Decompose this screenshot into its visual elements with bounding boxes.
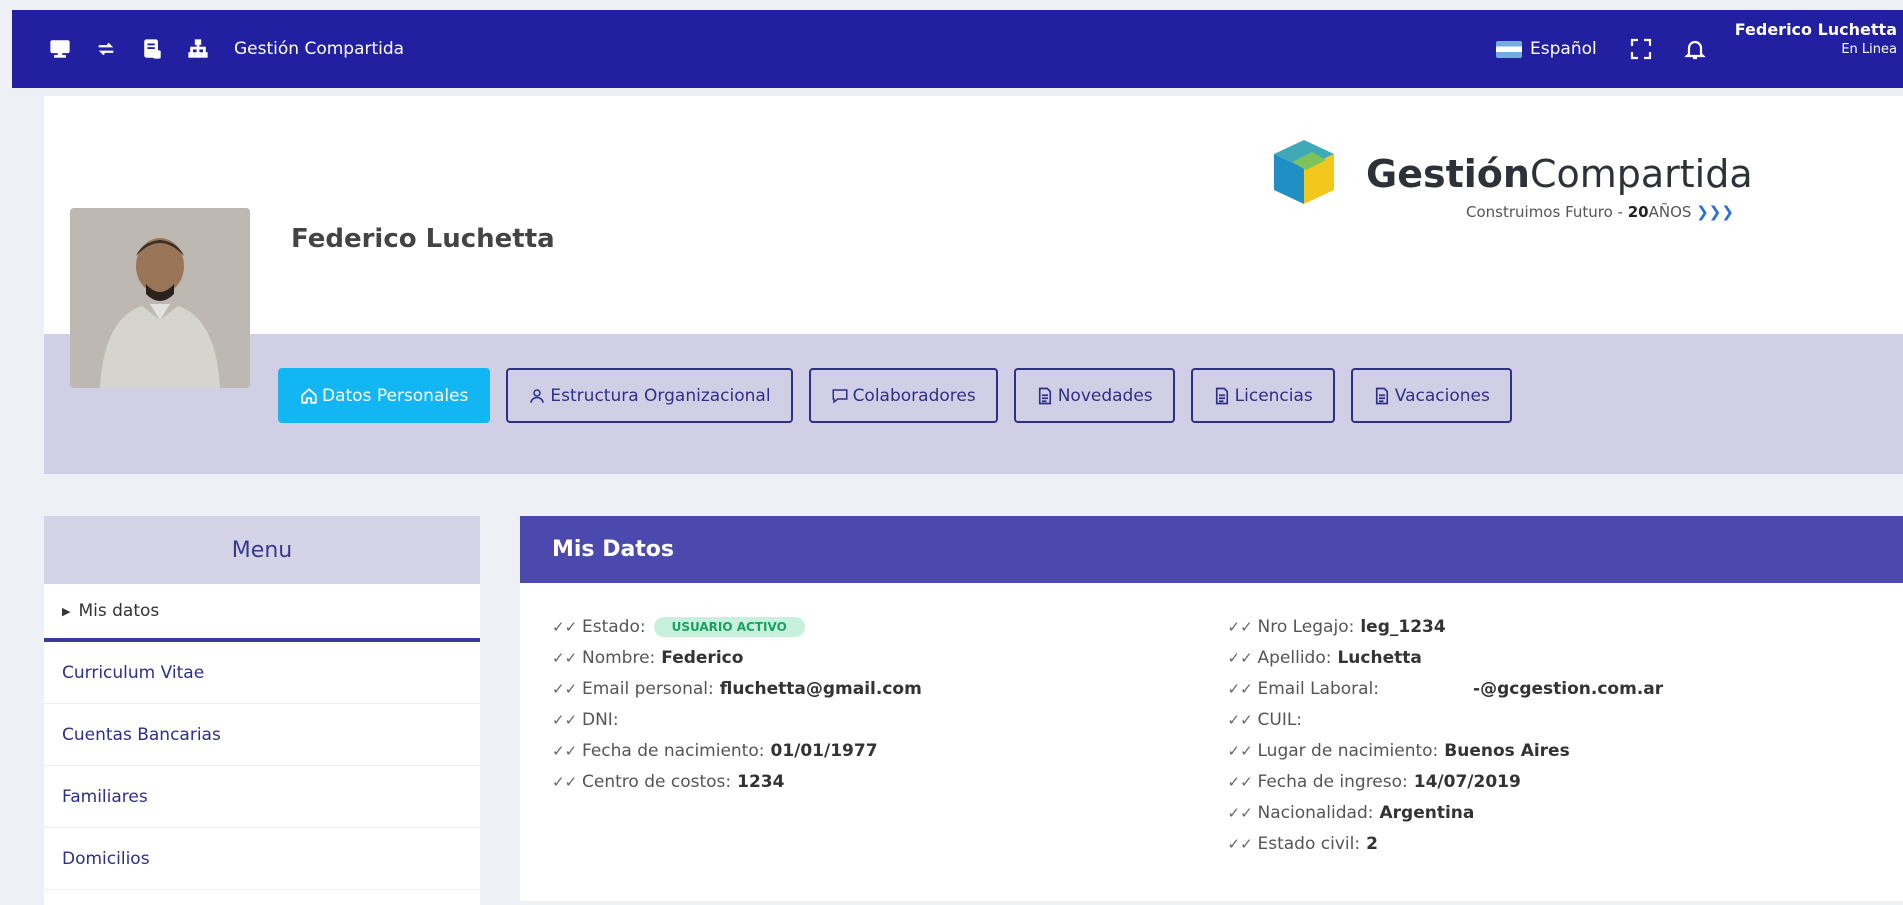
flag-argentina-icon xyxy=(1496,40,1523,58)
document-icon xyxy=(1375,387,1388,404)
double-check-icon: ✓✓ xyxy=(552,772,578,791)
language-selector[interactable]: Español xyxy=(1496,39,1597,59)
top-navbar: Gestión Compartida Español Federico Luch… xyxy=(12,10,1903,88)
user-menu[interactable]: Federico Luchetta En Linea xyxy=(1735,20,1897,57)
double-check-icon: ✓✓ xyxy=(1227,741,1253,760)
field-apellido: ✓✓ Apellido: Luchetta xyxy=(1227,647,1422,668)
topbar-right: Español Federico Luchetta En Linea xyxy=(1496,10,1903,88)
topbar-left: Gestión Compartida xyxy=(48,10,404,88)
tab-vacaciones[interactable]: Vacaciones xyxy=(1350,368,1512,423)
comment-icon xyxy=(832,388,848,404)
side-menu: Menu ▶ Mis datos Curriculum Vitae Cuenta… xyxy=(44,516,480,905)
user-status: En Linea xyxy=(1841,41,1897,57)
field-nacionalidad: ✓✓ Nacionalidad: Argentina xyxy=(1227,802,1475,823)
field-email-laboral: ✓✓ Email Laboral: -@gcgestion.com.ar xyxy=(1227,678,1664,699)
double-check-icon: ✓✓ xyxy=(1227,803,1253,822)
profile-name: Federico Luchetta xyxy=(291,224,555,254)
logo-cube-icon xyxy=(1274,140,1334,204)
tab-novedades[interactable]: Novedades xyxy=(1013,368,1175,423)
field-dni: ✓✓ DNI: xyxy=(552,709,619,730)
document-icon xyxy=(1038,387,1051,404)
menu-title: Menu xyxy=(44,516,480,584)
field-cuil: ✓✓ CUIL: xyxy=(1227,709,1303,730)
swap-icon[interactable] xyxy=(94,37,118,61)
menu-item-cuentas-bancarias[interactable]: Cuentas Bancarias xyxy=(44,704,480,766)
home-icon xyxy=(301,387,317,404)
mis-datos-card: Mis Datos ✓✓ Estado: USUARIO ACTIVO ✓✓ N… xyxy=(520,516,1903,901)
field-email-personal: ✓✓ Email personal: fluchetta@gmail.com xyxy=(552,678,922,699)
profile-tabs: Datos Personales Estructura Organizacion… xyxy=(278,368,1512,423)
double-check-icon: ✓✓ xyxy=(1227,834,1253,853)
double-check-icon: ✓✓ xyxy=(552,741,578,760)
menu-item-familiares[interactable]: Familiares xyxy=(44,766,480,828)
double-check-icon: ✓✓ xyxy=(1227,679,1253,698)
tab-licencias[interactable]: Licencias xyxy=(1190,368,1335,423)
card-title: Mis Datos xyxy=(520,516,1903,583)
caret-right-icon: ▶ xyxy=(62,604,71,618)
datos-right-column: ✓✓ Nro Legajo: leg_1234 ✓✓ Apellido: Luche… xyxy=(1228,611,1903,859)
field-fecha-nacimiento: ✓✓ Fecha de nacimiento: 01/01/1977 xyxy=(552,740,878,761)
double-check-icon: ✓✓ xyxy=(552,710,578,729)
datos-left-column: ✓✓ Estado: USUARIO ACTIVO ✓✓ Nombre: Fede… xyxy=(552,611,1228,859)
tab-colaboradores[interactable]: Colaboradores xyxy=(808,368,998,423)
bell-icon[interactable] xyxy=(1681,35,1709,63)
field-centro-costos: ✓✓ Centro de costos: 1234 xyxy=(552,771,785,792)
field-nro-legajo: ✓✓ Nro Legajo: leg_1234 xyxy=(1227,616,1446,637)
field-estado: ✓✓ Estado: USUARIO ACTIVO xyxy=(552,611,1228,642)
double-check-icon: ✓✓ xyxy=(1227,772,1253,791)
document-icon xyxy=(1215,387,1228,404)
field-lugar-nacimiento: ✓✓ Lugar de nacimiento: Buenos Aires xyxy=(1227,740,1570,761)
double-check-icon: ✓✓ xyxy=(1227,617,1253,636)
report-icon[interactable] xyxy=(140,37,164,61)
field-nombre: ✓✓ Nombre: Federico xyxy=(552,647,744,668)
user-icon xyxy=(530,388,545,403)
language-label: Español xyxy=(1530,39,1597,59)
company-logo: GestiónCompartida Construimos Futuro - 2… xyxy=(1254,132,1764,232)
double-check-icon: ✓✓ xyxy=(552,648,578,667)
tab-datos-personales[interactable]: Datos Personales xyxy=(278,368,491,423)
org-chart-icon[interactable] xyxy=(186,37,210,61)
menu-item-curriculum-vitae[interactable]: Curriculum Vitae xyxy=(44,642,480,704)
double-check-icon: ✓✓ xyxy=(552,679,578,698)
avatar xyxy=(70,208,250,388)
double-check-icon: ✓✓ xyxy=(1227,710,1253,729)
app-title: Gestión Compartida xyxy=(234,39,405,59)
monitor-icon[interactable] xyxy=(48,37,72,61)
double-check-icon: ✓✓ xyxy=(1227,648,1253,667)
status-badge: USUARIO ACTIVO xyxy=(653,616,805,637)
field-fecha-ingreso: ✓✓ Fecha de ingreso: 14/07/2019 xyxy=(1227,771,1521,792)
logo-tagline: Construimos Futuro - 20AÑOS ❯❯❯ xyxy=(1466,203,1734,221)
profile-header: Federico Luchetta GestiónCompartida Cons… xyxy=(44,96,1903,474)
field-estado-civil: ✓✓ Estado civil: 2 xyxy=(1227,833,1378,854)
fullscreen-icon[interactable] xyxy=(1627,35,1655,63)
tab-estructura-organizacional[interactable]: Estructura Organizacional xyxy=(506,368,793,423)
logo-wordmark: GestiónCompartida xyxy=(1366,152,1753,196)
double-check-icon: ✓✓ xyxy=(552,617,578,636)
menu-item-mis-datos[interactable]: ▶ Mis datos xyxy=(44,584,480,642)
user-name: Federico Luchetta xyxy=(1734,19,1897,39)
menu-item-domicilios[interactable]: Domicilios xyxy=(44,828,480,890)
